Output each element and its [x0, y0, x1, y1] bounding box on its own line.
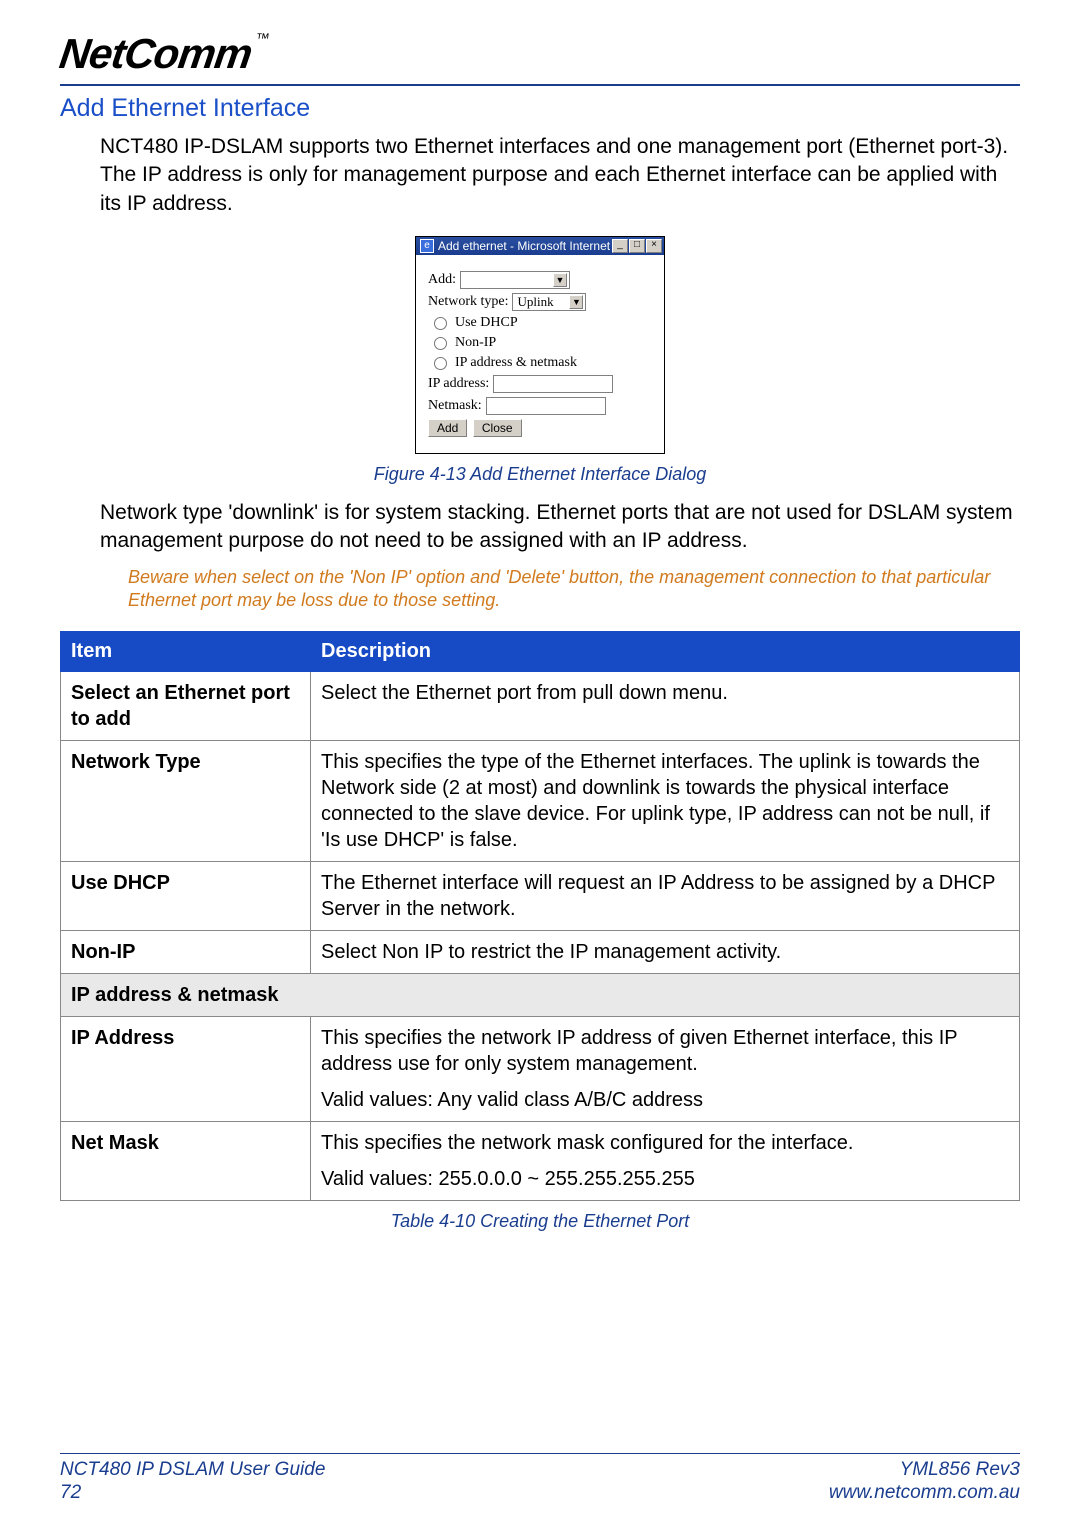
- brand-text: NetComm: [57, 30, 255, 77]
- radio-label: Use DHCP: [455, 315, 518, 331]
- section-title: Add Ethernet Interface: [60, 94, 1020, 123]
- row-desc: This specifies the network IP address of…: [311, 1016, 1020, 1121]
- dialog-titlebar: e Add ethernet - Microsoft Internet _ □ …: [416, 237, 664, 255]
- row-label: Network Type: [61, 740, 311, 861]
- after-figure-paragraph: Network type 'downlink' is for system st…: [100, 499, 1020, 556]
- row-desc: This specifies the network mask configur…: [311, 1121, 1020, 1200]
- row-label: Net Mask: [61, 1121, 311, 1200]
- netmask-input[interactable]: [486, 397, 606, 415]
- close-icon[interactable]: ×: [646, 239, 662, 253]
- trademark: ™: [254, 30, 269, 46]
- table-row-subhead: IP address & netmask: [61, 973, 1020, 1016]
- radio-input[interactable]: [434, 317, 447, 330]
- row-desc-text: This specifies the network IP address of…: [321, 1027, 957, 1075]
- row-desc: Select the Ethernet port from pull down …: [311, 671, 1020, 740]
- figure-caption: Figure 4-13 Add Ethernet Interface Dialo…: [60, 464, 1020, 485]
- row-desc: Select Non IP to restrict the IP managem…: [311, 930, 1020, 973]
- maximize-button[interactable]: □: [629, 239, 645, 253]
- page-footer: NCT480 IP DSLAM User Guide 72 YML856 Rev…: [60, 1453, 1020, 1506]
- footer-page: 72: [60, 1481, 325, 1505]
- network-type-value: Uplink: [517, 294, 553, 310]
- dialog-title-text: Add ethernet - Microsoft Internet: [438, 239, 612, 253]
- header-bar: NetComm™: [60, 30, 1020, 86]
- table-row: Use DHCP The Ethernet interface will req…: [61, 861, 1020, 930]
- netmask-label: Netmask:: [428, 398, 482, 414]
- network-type-label: Network type:: [428, 294, 508, 310]
- col-item: Item: [61, 631, 311, 671]
- row-valid-values: Valid values: 255.0.0.0 ~ 255.255.255.25…: [321, 1166, 1009, 1192]
- table-caption: Table 4-10 Creating the Ethernet Port: [60, 1211, 1020, 1232]
- footer-rev: YML856 Rev3: [829, 1458, 1020, 1482]
- row-label: Select an Ethernet port to add: [61, 671, 311, 740]
- description-table: Item Description Select an Ethernet port…: [60, 631, 1020, 1201]
- network-type-select[interactable]: Uplink ▼: [512, 293, 586, 311]
- row-desc-text: This specifies the network mask configur…: [321, 1132, 853, 1154]
- ip-address-label: IP address:: [428, 376, 489, 392]
- warning-note: Beware when select on the 'Non IP' optio…: [128, 566, 1020, 613]
- radio-label: IP address & netmask: [455, 355, 577, 371]
- row-label: Use DHCP: [61, 861, 311, 930]
- row-label: IP Address: [61, 1016, 311, 1121]
- row-subhead: IP address & netmask: [61, 973, 1020, 1016]
- radio-non-ip[interactable]: Non-IP: [434, 335, 654, 351]
- table-row: Non-IP Select Non IP to restrict the IP …: [61, 930, 1020, 973]
- radio-label: Non-IP: [455, 335, 496, 351]
- col-description: Description: [311, 631, 1020, 671]
- intro-paragraph: NCT480 IP-DSLAM supports two Ethernet in…: [100, 133, 1020, 218]
- radio-input[interactable]: [434, 357, 447, 370]
- footer-url: www.netcomm.com.au: [829, 1481, 1020, 1505]
- row-label: Non-IP: [61, 930, 311, 973]
- add-ethernet-dialog: e Add ethernet - Microsoft Internet _ □ …: [415, 236, 665, 454]
- footer-guide: NCT480 IP DSLAM User Guide: [60, 1458, 325, 1482]
- chevron-down-icon: ▼: [569, 295, 583, 309]
- radio-use-dhcp[interactable]: Use DHCP: [434, 315, 654, 331]
- row-desc: The Ethernet interface will request an I…: [311, 861, 1020, 930]
- add-button[interactable]: Add: [428, 419, 467, 437]
- minimize-button[interactable]: _: [612, 239, 628, 253]
- close-button[interactable]: Close: [473, 419, 522, 437]
- ie-icon: e: [420, 239, 434, 253]
- table-row: IP Address This specifies the network IP…: [61, 1016, 1020, 1121]
- row-valid-values: Valid values: Any valid class A/B/C addr…: [321, 1087, 1009, 1113]
- table-row: Net Mask This specifies the network mask…: [61, 1121, 1020, 1200]
- brand-logo: NetComm™: [57, 30, 270, 78]
- dialog-body: Add: ▼ Network type: Uplink ▼ Use DHCP: [416, 255, 664, 453]
- radio-ip-netmask[interactable]: IP address & netmask: [434, 355, 654, 371]
- table-row: Select an Ethernet port to add Select th…: [61, 671, 1020, 740]
- figure-wrap: e Add ethernet - Microsoft Internet _ □ …: [60, 236, 1020, 454]
- table-row: Network Type This specifies the type of …: [61, 740, 1020, 861]
- add-select[interactable]: ▼: [460, 271, 570, 289]
- chevron-down-icon: ▼: [553, 273, 567, 287]
- row-desc: This specifies the type of the Ethernet …: [311, 740, 1020, 861]
- add-label: Add:: [428, 272, 456, 288]
- ip-address-input[interactable]: [493, 375, 613, 393]
- radio-input[interactable]: [434, 337, 447, 350]
